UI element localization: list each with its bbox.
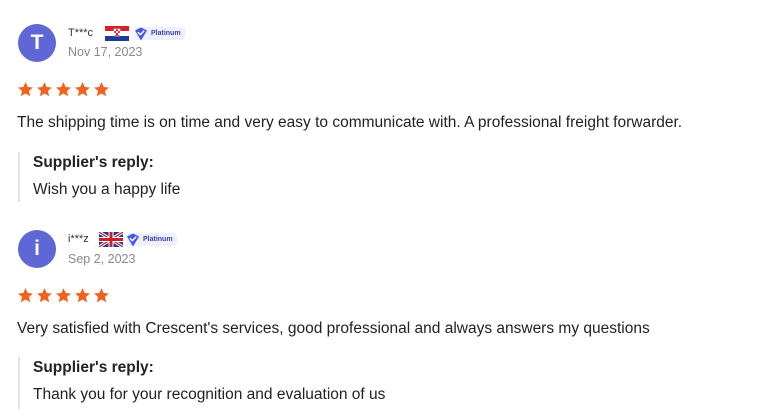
- star-icon: [18, 288, 33, 303]
- avatar: T: [18, 24, 56, 62]
- reply-text: Thank you for your recognition and evalu…: [33, 386, 386, 403]
- star-icon: [94, 288, 109, 303]
- review-comment: Very satisfied with Crescent's services,…: [17, 320, 650, 337]
- star-icon: [18, 82, 33, 97]
- star-icon: [37, 82, 52, 97]
- star-icon: [94, 82, 109, 97]
- reply-title: Supplier's reply:: [33, 154, 154, 171]
- review-date: Nov 17, 2023: [68, 45, 143, 59]
- badge-label: Platinum: [151, 30, 181, 37]
- verified-shield-icon: [135, 27, 147, 40]
- verified-shield-icon: [127, 233, 139, 246]
- badge-label: Platinum: [143, 236, 173, 243]
- star-icon: [75, 82, 90, 97]
- united-kingdom-flag-icon: [99, 232, 123, 247]
- croatia-flag-icon: [105, 26, 129, 41]
- star-icon: [56, 288, 71, 303]
- username: T***c: [68, 27, 94, 39]
- avatar: i: [18, 230, 56, 268]
- review-card: i i***z Platinum Sep 2, 2023 Very satisf…: [0, 206, 764, 417]
- star-icon: [37, 288, 52, 303]
- star-icon: [75, 288, 90, 303]
- platinum-badge: Platinum: [127, 233, 177, 246]
- star-icon: [56, 82, 71, 97]
- reply-text: Wish you a happy life: [33, 181, 181, 198]
- review-card: T T***c Platinum Nov 17, 2023 The shippi…: [0, 0, 764, 205]
- reply-title: Supplier's reply:: [33, 359, 154, 376]
- star-rating: [17, 81, 110, 98]
- review-comment: The shipping time is on time and very ea…: [17, 114, 683, 131]
- supplier-reply: Supplier's reply: Thank you for your rec…: [18, 357, 385, 409]
- star-rating: [17, 287, 110, 304]
- platinum-badge: Platinum: [135, 27, 185, 40]
- username: i***z: [68, 233, 89, 245]
- supplier-reply: Supplier's reply: Wish you a happy life: [18, 152, 180, 202]
- review-date: Sep 2, 2023: [68, 252, 136, 266]
